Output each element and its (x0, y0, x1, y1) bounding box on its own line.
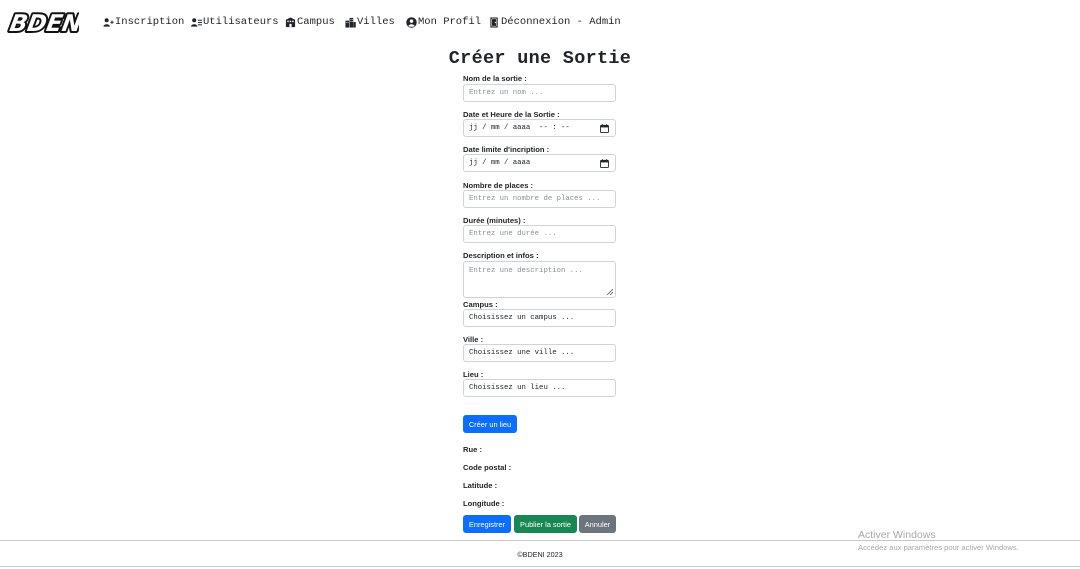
creer-lieu-button[interactable]: Créer un lieu (463, 415, 517, 433)
latitude-label: Latitude : (463, 481, 498, 490)
date-limite-label: Date limite d'incription : (463, 145, 550, 154)
ville-select-value: Choisissez une ville ... (469, 349, 575, 357)
nav-utilisateurs[interactable]: Utilisateurs (191, 15, 279, 29)
activate-windows-title: Activer Windows (858, 529, 936, 541)
date-limite-value: jj / mm / aaaa (469, 159, 531, 167)
nav-campus[interactable]: Campus (285, 15, 335, 29)
date-heure-label: Date et Heure de la Sortie : (463, 110, 560, 119)
nav-profil[interactable]: Mon Profil (406, 15, 481, 29)
lieu-label: Lieu : (463, 370, 484, 379)
nav-villes-label: Villes (357, 16, 395, 28)
nav-inscription[interactable]: Inscription (103, 15, 184, 29)
date-heure-input[interactable]: jj / mm / aaaa -- : -- (463, 119, 616, 137)
nom-input[interactable]: Entrez un nom ... (463, 84, 616, 102)
campus-select[interactable]: Choisissez un campus ... (463, 309, 616, 327)
date-heure-value: jj / mm / aaaa -- : -- (469, 124, 570, 132)
navbar: BDENI BDENI Inscription Utilisateurs Cam… (0, 0, 1080, 44)
enregistrer-button[interactable]: Enregistrer (463, 515, 511, 533)
ville-label: Ville : (463, 335, 484, 344)
nav-deconnexion[interactable]: Déconnexion - Admin (489, 15, 621, 29)
rue-label: Rue : (463, 445, 482, 454)
duree-input[interactable]: Entrez une durée ... (463, 225, 616, 243)
nav-inscription-label: Inscription (115, 16, 185, 28)
annuler-button[interactable]: Annuler (579, 515, 616, 533)
bdeni-logo[interactable]: BDENI BDENI (7, 7, 79, 37)
duree-placeholder: Entrez une durée ... (469, 230, 557, 238)
calendar-icon[interactable] (600, 124, 609, 133)
nom-placeholder: Entrez un nom ... (469, 89, 544, 97)
nom-label: Nom de la sortie : (463, 74, 527, 83)
description-placeholder: Entrez une description ... (469, 267, 583, 275)
ville-select[interactable]: Choisissez une ville ... (463, 344, 616, 362)
user-circle-icon (406, 16, 417, 28)
logo-text-fill: BDENI (8, 10, 79, 37)
code-postal-label: Code postal : (463, 463, 512, 472)
nav-profil-label: Mon Profil (418, 16, 482, 28)
description-label: Description et infos : (463, 251, 539, 260)
resize-handle-icon[interactable] (606, 288, 613, 295)
user-plus-icon (103, 17, 114, 27)
calendar-icon[interactable] (600, 159, 609, 168)
nav-villes[interactable]: Villes (345, 15, 395, 29)
nav-deconnexion-label: Déconnexion - Admin (501, 16, 621, 28)
city-icon (345, 17, 356, 28)
campus-label: Campus : (463, 300, 498, 309)
description-textarea[interactable]: Entrez une description ... (463, 261, 616, 298)
nav-campus-label: Campus (297, 16, 335, 28)
bottom-divider (0, 566, 1080, 567)
longitude-label: Longitude : (463, 499, 505, 508)
activate-windows-subtitle: Accédez aux paramètres pour activer Wind… (858, 543, 1019, 552)
lieu-select[interactable]: Choisissez un lieu ... (463, 379, 616, 397)
date-limite-input[interactable]: jj / mm / aaaa (463, 154, 616, 172)
places-placeholder: Entrez un nombre de places ... (469, 195, 601, 203)
user-list-icon (191, 17, 202, 27)
publier-button[interactable]: Publier la sortie (514, 515, 577, 533)
campus-select-value: Choisissez un campus ... (469, 314, 575, 322)
page-title: Créer une Sortie (448, 48, 632, 69)
duree-label: Durée (minutes) : (463, 216, 526, 225)
lieu-select-value: Choisissez un lieu ... (469, 384, 566, 392)
places-input[interactable]: Entrez un nombre de places ... (463, 190, 616, 208)
places-label: Nombre de places : (463, 181, 534, 190)
building-icon (285, 16, 296, 27)
door-icon (490, 16, 498, 28)
nav-utilisateurs-label: Utilisateurs (203, 16, 279, 28)
